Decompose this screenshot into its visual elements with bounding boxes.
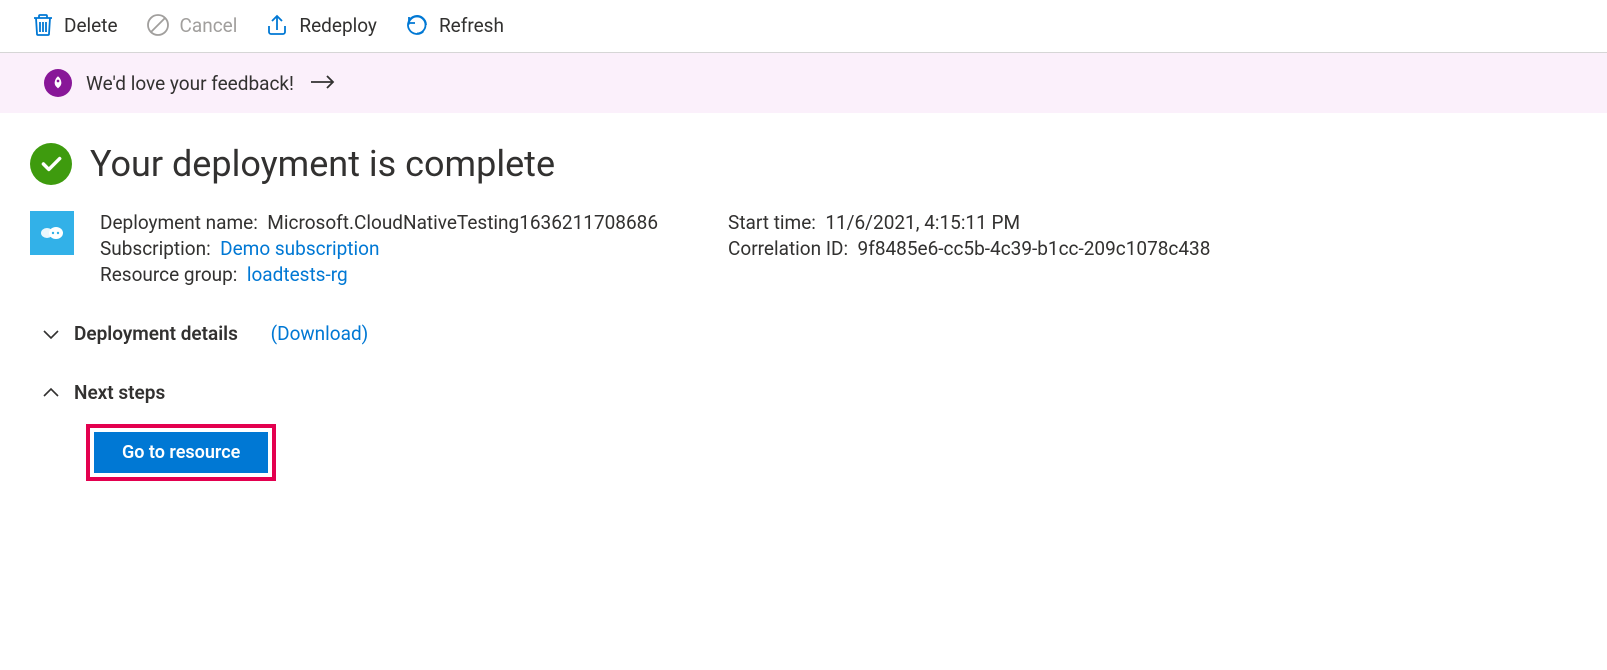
correlation-id-label: Correlation ID: (728, 237, 848, 260)
detail-columns: Deployment name: Microsoft.CloudNativeTe… (100, 211, 1577, 286)
detail-col-right: Start time: 11/6/2021, 4:15:11 PM Correl… (728, 211, 1210, 286)
delete-label: Delete (64, 14, 118, 37)
refresh-icon (405, 13, 429, 37)
arrow-right-icon (310, 72, 336, 95)
cancel-button: Cancel (146, 13, 238, 37)
feedback-link[interactable]: We'd love your feedback! (86, 72, 336, 95)
next-steps-section[interactable]: Next steps (42, 381, 1577, 404)
content: Your deployment is complete Deployment n… (0, 113, 1607, 511)
cancel-icon (146, 13, 170, 37)
deployment-name-value: Microsoft.CloudNativeTesting163621170868… (267, 211, 658, 234)
go-to-resource-highlight: Go to resource (86, 424, 276, 481)
detail-col-left: Deployment name: Microsoft.CloudNativeTe… (100, 211, 658, 286)
redeploy-label: Redeploy (299, 14, 377, 37)
header-row: Your deployment is complete (30, 143, 1577, 185)
feedback-bar: We'd love your feedback! (0, 53, 1607, 113)
deployment-name-label: Deployment name: (100, 211, 258, 234)
redeploy-button[interactable]: Redeploy (265, 12, 377, 38)
resource-group-label: Resource group: (100, 263, 237, 286)
page-title: Your deployment is complete (90, 143, 555, 185)
delete-button[interactable]: Delete (32, 13, 118, 37)
success-check-icon (30, 143, 72, 185)
correlation-id-value: 9f8485e6-cc5b-4c39-b1cc-209c1078c438 (858, 237, 1211, 260)
chevron-down-icon (42, 328, 60, 340)
refresh-label: Refresh (439, 14, 504, 37)
subscription-link[interactable]: Demo subscription (220, 237, 379, 260)
deployment-details-title: Deployment details (74, 322, 238, 345)
cancel-label: Cancel (180, 14, 238, 37)
redeploy-icon (265, 12, 289, 38)
download-link[interactable]: (Download) (271, 322, 369, 345)
subscription-label: Subscription: (100, 237, 211, 260)
chevron-up-icon (42, 387, 60, 399)
next-steps-title: Next steps (74, 381, 165, 404)
start-time-label: Start time: (728, 211, 816, 234)
deployment-details-section[interactable]: Deployment details (Download) (42, 322, 1577, 345)
refresh-button[interactable]: Refresh (405, 13, 504, 37)
resource-group-link[interactable]: loadtests-rg (247, 263, 348, 286)
resource-icon (30, 211, 74, 255)
detail-row: Deployment name: Microsoft.CloudNativeTe… (30, 211, 1577, 286)
go-to-resource-button[interactable]: Go to resource (94, 432, 268, 473)
trash-icon (32, 13, 54, 37)
rocket-icon (44, 69, 72, 97)
feedback-text: We'd love your feedback! (86, 72, 294, 95)
start-time-value: 11/6/2021, 4:15:11 PM (825, 211, 1020, 234)
toolbar: Delete Cancel Redeploy (0, 0, 1607, 53)
